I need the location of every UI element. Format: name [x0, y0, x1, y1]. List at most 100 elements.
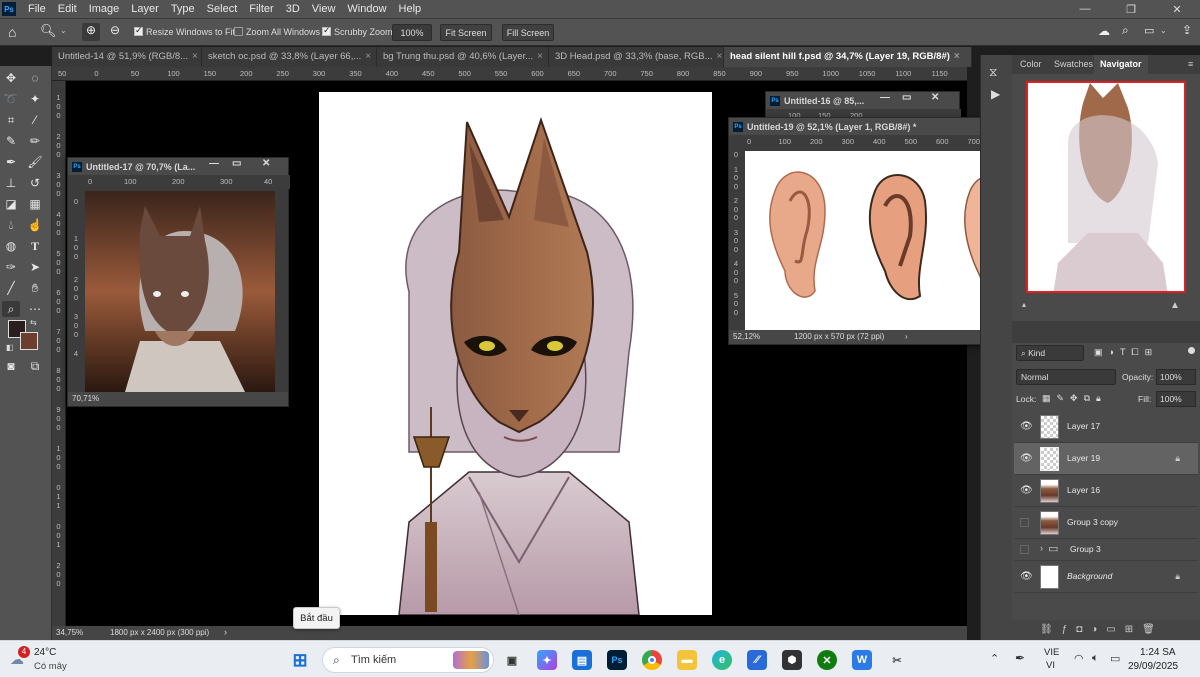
chevron-down-icon[interactable]: ⌄ — [60, 26, 67, 35]
layer-row-layer-16[interactable]: 👁︎ Layer 16 — [1014, 475, 1198, 507]
marquee-tool-icon[interactable]: ◌ — [26, 70, 44, 86]
resize-windows-checkbox[interactable] — [134, 25, 143, 36]
menu-3d[interactable]: 3D — [280, 0, 306, 18]
chrome-icon[interactable] — [642, 650, 662, 670]
photoshop-taskbar-icon[interactable]: Ps — [607, 650, 627, 670]
brush-tool-icon[interactable]: 🖌︎ — [26, 154, 44, 170]
tab-3d-head[interactable]: 3D Head.psd @ 33,3% (base, RGB... × — [549, 47, 724, 67]
menu-view[interactable]: View — [306, 0, 342, 18]
layer-name[interactable]: Group 3 copy — [1067, 517, 1118, 527]
file-explorer-icon[interactable]: ▬ — [677, 650, 697, 670]
status-chevron-icon[interactable]: › — [224, 627, 227, 637]
zoom-tool-preset-icon[interactable]: 🔍︎ — [40, 23, 57, 39]
menu-edit[interactable]: Edit — [52, 0, 83, 18]
pen-tool-icon[interactable]: ✑ — [2, 259, 20, 275]
layer-row-layer-17[interactable]: 👁︎ Layer 17 — [1014, 411, 1198, 443]
close-tab-icon[interactable]: × — [365, 47, 371, 67]
close-tab-icon[interactable]: × — [717, 47, 723, 67]
clone-stamp-icon[interactable]: ⊥ — [2, 175, 20, 191]
layer-name[interactable]: Group 3 — [1070, 544, 1101, 554]
taskbar-search-box[interactable]: ⌕ Tìm kiếm — [322, 647, 494, 673]
edge-icon[interactable]: e — [712, 650, 732, 670]
layer-row-group-3-copy[interactable]: Group 3 copy — [1014, 507, 1198, 539]
layer-name[interactable]: Layer 16 — [1067, 485, 1100, 495]
filter-toggle-icon[interactable] — [1188, 347, 1195, 354]
opacity-field[interactable]: 100% — [1156, 369, 1196, 385]
home-icon[interactable]: ⌂ — [8, 24, 16, 40]
visibility-eye-icon[interactable]: 👁︎ — [1020, 453, 1033, 464]
window-title-bar[interactable]: Ps Untitled-17 @ 70,7% (La... — ▭ ✕ — [68, 158, 288, 175]
language-code[interactable]: VIE — [1044, 647, 1059, 658]
lasso-tool-icon[interactable]: ➰ — [2, 91, 20, 107]
cloud-share-icon[interactable]: ☁ — [1098, 24, 1110, 38]
layer-filter-icons[interactable]: ▣◑T⧠⊞ — [1094, 347, 1158, 358]
search-icon[interactable]: ⌕ — [1122, 23, 1129, 38]
more-tools-icon[interactable]: ⋯ — [26, 301, 44, 317]
blend-mode-select[interactable]: Normal — [1016, 369, 1116, 385]
clock-date[interactable]: 29/09/2025 — [1128, 661, 1178, 672]
volume-icon[interactable]: 🔈︎ — [1092, 652, 1099, 665]
workspace-chevron-icon[interactable]: ⌄ — [1160, 26, 1167, 35]
maximize-icon[interactable]: ▭ — [902, 92, 911, 103]
close-tab-icon[interactable]: × — [954, 47, 960, 67]
close-tab-icon[interactable]: × — [537, 47, 543, 67]
swap-colors-icon[interactable]: ⇆ — [30, 318, 37, 327]
lock-options-icons[interactable]: ▦✎✥⧉🔒︎ — [1042, 393, 1107, 404]
actions-play-icon[interactable]: ▶ — [991, 87, 1000, 101]
visibility-off-box[interactable] — [1020, 518, 1029, 527]
zoom-all-checkbox[interactable] — [234, 27, 243, 36]
smudge-tool-icon[interactable]: ☝ — [26, 217, 44, 233]
blur-tool-icon[interactable]: 💧︎ — [2, 217, 20, 233]
reference-photo[interactable] — [85, 191, 275, 392]
input-method[interactable]: VI — [1046, 660, 1055, 671]
microsoft-store-icon[interactable]: ▤ — [572, 650, 592, 670]
menu-window[interactable]: Window — [341, 0, 392, 18]
crop-tool-icon[interactable]: ⌗ — [2, 112, 20, 128]
fill-field[interactable]: 100% — [1156, 391, 1196, 407]
copilot-icon[interactable]: ✦ — [537, 650, 557, 670]
share-icon[interactable]: ⇪ — [1182, 23, 1192, 37]
magic-wand-icon[interactable]: ✦ — [26, 91, 44, 107]
gradient-icon[interactable]: ▦ — [26, 196, 44, 212]
layer-filter-kind[interactable]: ⌕ Kind — [1016, 345, 1084, 361]
layers-footer-icons[interactable]: ⛓ƒ◘◑▭⊞🗑︎ — [1012, 620, 1200, 640]
navigator-preview[interactable] — [1026, 81, 1186, 293]
xbox-icon[interactable]: ✕ — [817, 650, 837, 670]
eyedropper-icon[interactable]: ⁄ — [26, 112, 44, 128]
background-color-swatch[interactable] — [20, 332, 38, 350]
tray-chevron-up-icon[interactable]: ⌃ — [990, 652, 999, 665]
weather-temp[interactable]: 24°C — [34, 647, 56, 658]
tab-untitled-14[interactable]: Untitled-14 @ 51,9% (RGB/8... × — [52, 47, 202, 67]
history-panel-icon[interactable]: ⧖ — [989, 65, 997, 80]
layer-name[interactable]: Layer 17 — [1067, 421, 1100, 431]
history-brush-icon[interactable]: ↺ — [26, 175, 44, 191]
hand-tool-icon[interactable]: ✋︎ — [26, 280, 44, 296]
layer-row-group-3[interactable]: › ▭ Group 3 — [1014, 539, 1198, 561]
line-tool-icon[interactable]: ╱ — [2, 280, 20, 296]
menu-file[interactable]: File — [22, 0, 52, 18]
status-chevron-icon[interactable]: › — [905, 330, 908, 344]
layer-name[interactable]: Background — [1067, 571, 1112, 581]
3d-app-icon[interactable]: ⬢ — [782, 650, 802, 670]
mixer-brush-icon[interactable]: ✒ — [2, 154, 20, 170]
zoom-in-large-icon[interactable]: ▲ — [1170, 300, 1180, 311]
tab-bg-trung-thu[interactable]: bg Trung thu.psd @ 40,6% (Layer... × — [377, 47, 549, 67]
visibility-eye-icon[interactable]: 👁︎ — [1020, 485, 1033, 496]
close-icon[interactable]: ✕ — [1154, 0, 1200, 18]
close-icon[interactable]: ✕ — [262, 158, 270, 169]
maximize-icon[interactable]: ▭ — [232, 158, 241, 169]
path-selection-icon[interactable]: ➤ — [26, 259, 44, 275]
task-view-icon[interactable]: ▣ — [502, 650, 522, 670]
restore-icon[interactable]: ❐ — [1108, 0, 1154, 18]
weather-desc[interactable]: Có mây — [34, 661, 67, 672]
fill-screen-button[interactable]: Fill Screen — [502, 24, 554, 41]
layer-name[interactable]: Layer 19 — [1067, 453, 1100, 463]
zoom-tool-icon[interactable]: ⌕ — [2, 301, 20, 317]
close-tab-icon[interactable]: × — [192, 47, 198, 67]
menu-layer[interactable]: Layer — [125, 0, 165, 18]
visibility-eye-icon[interactable]: 👁︎ — [1020, 421, 1033, 432]
panel-menu-icon[interactable]: ≡ — [1188, 59, 1193, 69]
document-canvas[interactable] — [319, 92, 712, 615]
visibility-off-box[interactable] — [1020, 545, 1029, 554]
menu-select[interactable]: Select — [201, 0, 244, 18]
